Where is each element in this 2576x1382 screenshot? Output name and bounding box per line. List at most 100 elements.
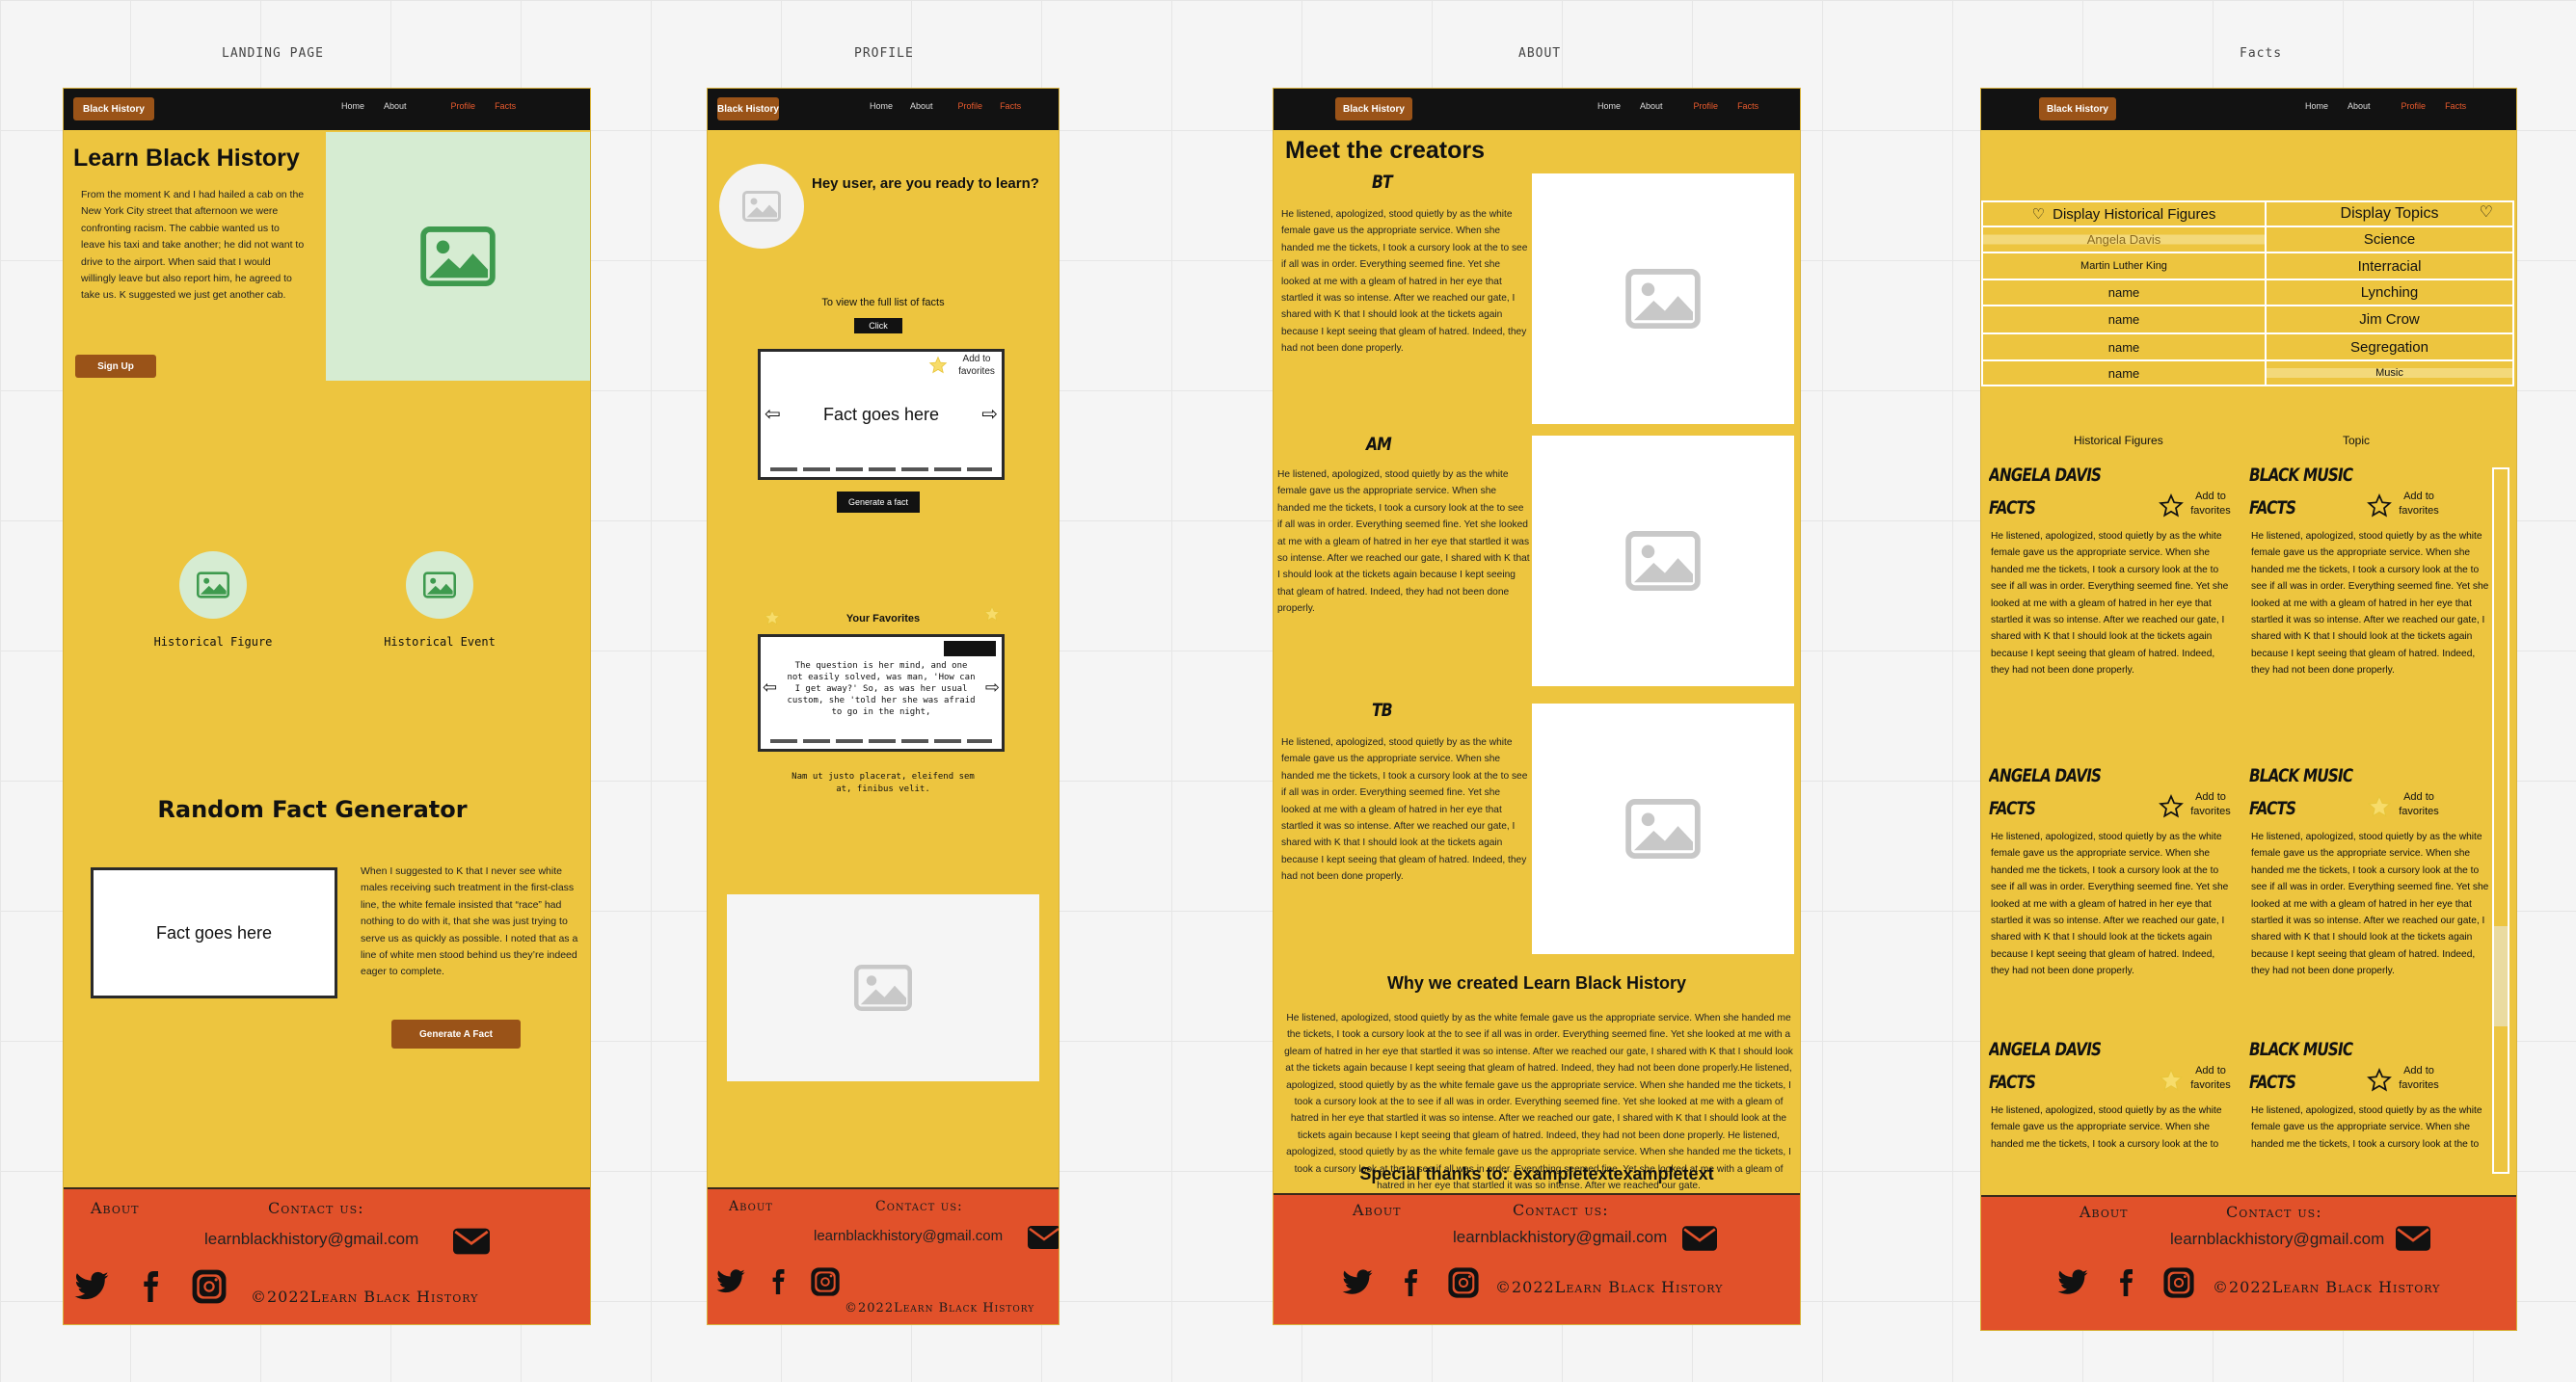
mail-icon[interactable] [1028,1226,1059,1249]
footer-about[interactable]: About [1353,1201,1401,1219]
figures-dropdown[interactable]: ♡ Display Historical Figures Angela Davi… [1981,200,2267,386]
twitter-icon[interactable] [2056,1266,2089,1299]
historical-event-label[interactable]: Historical Event [377,635,502,649]
top-nav: Black History Home About Profile Facts [708,89,1059,130]
logo-button[interactable]: Black History [2039,97,2116,120]
nav-facts[interactable]: Facts [1737,101,1758,111]
left-arrow-icon[interactable]: ⇦ [765,402,781,426]
nav-about[interactable]: About [910,101,933,111]
add-to-favorites[interactable]: Add to favorites [2184,490,2232,518]
topics-dropdown[interactable]: Display Topics ♡ Science Interracial Lynch… [2267,200,2514,386]
add-to-favorites[interactable]: Add to favorites [948,353,1006,378]
generate-fact-button[interactable]: Generate A Fact [391,1020,521,1049]
avatar[interactable] [719,164,804,249]
footer-email[interactable]: learnblackhistory@gmail.com [814,1228,1003,1244]
topic-option[interactable]: Lynching [2267,280,2512,306]
nav-profile[interactable]: Profile [958,101,983,111]
add-to-favorites[interactable]: Add to favorites [2184,790,2232,819]
logo-button[interactable]: Black History [1335,97,1412,120]
click-button[interactable]: Click [854,318,902,333]
topic-option[interactable]: Music [2267,361,2512,385]
generate-fact-button[interactable]: Generate a fact [837,492,920,513]
footer-about[interactable]: About [2080,1203,2128,1221]
footer-contact: Contact us: [1513,1201,1609,1219]
generator-title: Random Fact Generator [157,796,468,823]
figure-option[interactable]: name [1983,361,2265,385]
star-icon[interactable] [2159,493,2184,518]
right-arrow-icon[interactable]: ⇨ [981,402,998,426]
nav-facts[interactable]: Facts [1000,101,1021,111]
topics-dropdown-header[interactable]: Display Topics ♡ [2267,202,2512,227]
add-to-favorites[interactable]: Add to favorites [2392,490,2446,518]
landing-frame: Black History Home About Profile Facts L… [64,89,590,1324]
signup-button[interactable]: Sign Up [75,355,156,378]
topic-option[interactable]: Interracial [2267,253,2512,280]
twitter-icon[interactable] [715,1266,746,1297]
facebook-icon[interactable] [765,1267,791,1296]
footer: About Contact us: learnblackhistory@gmai… [64,1187,590,1324]
star-icon[interactable] [2367,794,2392,819]
footer-email[interactable]: learnblackhistory@gmail.com [204,1230,418,1249]
favorite-card: The question is her mind, and one not ea… [758,634,1005,752]
figure-option[interactable]: Martin Luther King [1983,253,2265,280]
topic-option[interactable]: Segregation [2267,334,2512,361]
mail-icon[interactable] [2396,1226,2430,1251]
nav-profile[interactable]: Profile [451,101,476,111]
scrollbar[interactable] [2492,467,2509,1174]
facebook-icon[interactable] [1397,1267,1424,1298]
add-to-favorites[interactable]: Add to favorites [2392,790,2446,819]
nav-about[interactable]: About [1640,101,1663,111]
historical-figure-label[interactable]: Historical Figure [150,635,276,649]
footer-email[interactable]: learnblackhistory@gmail.com [1453,1228,1667,1247]
nav-profile[interactable]: Profile [1694,101,1719,111]
figure-option[interactable]: name [1983,280,2265,306]
topic-option[interactable]: Jim Crow [2267,306,2512,334]
footer-email[interactable]: learnblackhistory@gmail.com [2170,1230,2384,1249]
mail-icon[interactable] [453,1228,490,1255]
footer-about[interactable]: About [91,1199,139,1217]
star-icon[interactable] [2367,1068,2392,1093]
creator-initials: AM [1366,434,1392,455]
nav-home[interactable]: Home [870,101,893,111]
figure-option[interactable]: name [1983,334,2265,361]
star-icon[interactable] [2159,794,2184,819]
topic-option[interactable]: Science [2267,227,2512,253]
nav-home[interactable]: Home [341,101,364,111]
nav-home[interactable]: Home [2305,101,2328,111]
twitter-icon[interactable] [1341,1266,1374,1299]
logo-button[interactable]: Black History [73,97,154,120]
mail-icon[interactable] [1682,1226,1717,1251]
nav-facts[interactable]: Facts [2445,101,2466,111]
nav-about[interactable]: About [384,101,407,111]
logo-button[interactable]: Black History [717,97,779,120]
historical-event-icon-circle[interactable] [406,551,473,619]
card-title: ANGELA DAVIS [1989,1039,2102,1060]
star-icon[interactable] [2367,493,2392,518]
right-arrow-icon[interactable]: ⇨ [985,678,1000,698]
add-to-favorites[interactable]: Add to favorites [2392,1064,2446,1093]
col-topic-label: Topic [2343,434,2371,447]
hero-image [326,132,590,381]
nav-profile[interactable]: Profile [2402,101,2427,111]
topics-list: Science Interracial Lynching Jim Crow Segreg… [2267,227,2512,385]
facebook-icon[interactable] [2112,1267,2139,1298]
left-arrow-icon[interactable]: ⇦ [763,678,777,698]
instagram-icon[interactable] [1447,1266,1480,1299]
nav-facts[interactable]: Facts [495,101,516,111]
figure-option[interactable]: name [1983,306,2265,334]
historical-figure-icon-circle[interactable] [179,551,247,619]
nav-about[interactable]: About [2348,101,2371,111]
nav-home[interactable]: Home [1597,101,1621,111]
scrollbar-thumb[interactable] [2494,926,2508,1026]
footer-about[interactable]: About [729,1199,773,1214]
add-to-favorites[interactable]: Add to favorites [2184,1064,2232,1093]
instagram-icon[interactable] [2162,1266,2195,1299]
instagram-icon[interactable] [810,1266,841,1297]
twitter-icon[interactable] [73,1268,110,1305]
facebook-icon[interactable] [135,1269,166,1304]
star-icon[interactable] [2159,1068,2184,1093]
instagram-icon[interactable] [191,1268,228,1305]
figure-option[interactable]: Angela Davis [1983,227,2265,253]
star-icon[interactable] [928,356,948,375]
figures-dropdown-header[interactable]: ♡ Display Historical Figures [1983,202,2265,227]
